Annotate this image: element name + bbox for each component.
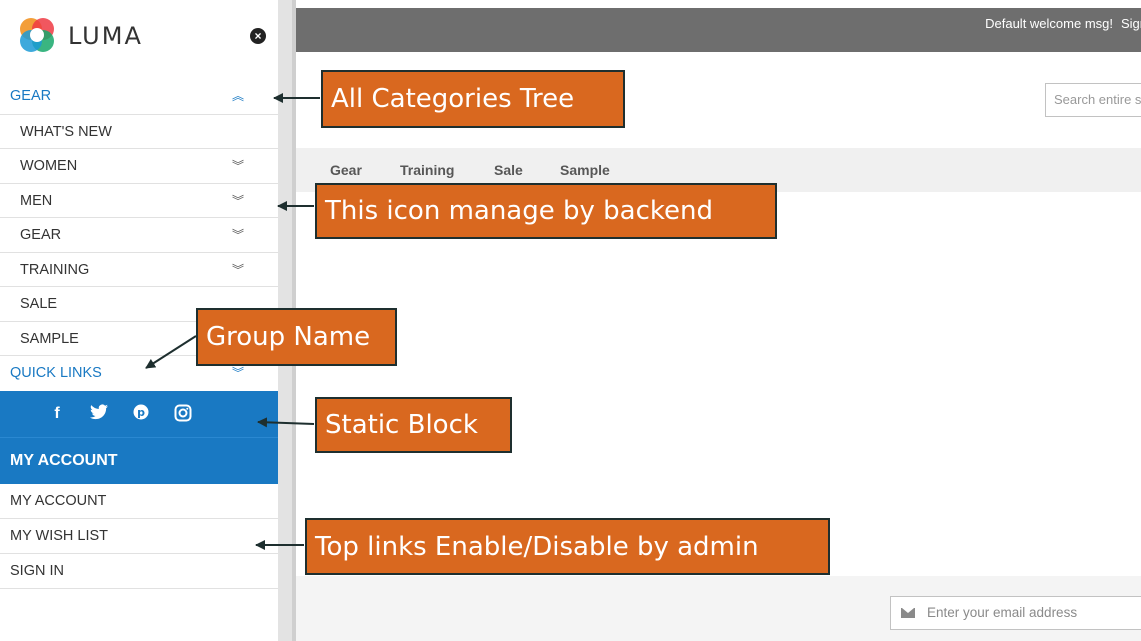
menu-item-training[interactable]: TRAINING ︾: [0, 253, 278, 288]
chevron-down-icon[interactable]: ︾: [232, 184, 244, 219]
menu-item-label: TRAINING: [20, 261, 90, 278]
chevron-down-icon[interactable]: ︾: [232, 149, 244, 184]
menu-item-label: GEAR: [20, 227, 62, 243]
category-header-gear[interactable]: GEAR ︽: [0, 79, 278, 114]
menu-item-label: WOMEN: [20, 158, 78, 174]
pinterest-icon[interactable]: p: [131, 404, 151, 424]
callout-icon-backend: This icon manage by backend: [315, 183, 777, 239]
facebook-icon[interactable]: f: [47, 404, 67, 424]
email-placeholder: Enter your email address: [927, 605, 1078, 620]
nav-item-training[interactable]: Training: [400, 162, 454, 178]
svg-text:p: p: [137, 406, 145, 419]
callout-top-links: Top links Enable/Disable by admin: [305, 518, 830, 575]
menu-item-gear[interactable]: GEAR ︾: [0, 218, 278, 253]
callout-all-categories: All Categories Tree: [321, 70, 625, 128]
quick-links-label: QUICK LINKS: [10, 365, 102, 381]
sign-in-link[interactable]: Sign: [1121, 16, 1141, 31]
mail-icon: [901, 608, 915, 618]
account-link-wish-list[interactable]: MY WISH LIST: [0, 519, 278, 554]
menu-item-label: WHAT'S NEW: [20, 123, 112, 140]
instagram-icon[interactable]: [173, 404, 193, 424]
newsletter-email-field[interactable]: Enter your email address: [890, 596, 1141, 630]
search-input[interactable]: Search entire store here...: [1045, 83, 1141, 117]
footer: Enter your email address: [296, 576, 1141, 641]
twitter-icon[interactable]: [89, 403, 109, 424]
menu-item-women[interactable]: WOMEN ︾: [0, 149, 278, 184]
chevron-down-icon[interactable]: ︾: [232, 218, 244, 253]
my-account-header: MY ACCOUNT: [0, 436, 278, 484]
header-panel: Default welcome msg! Sign: [296, 0, 1141, 52]
logo-text: LUMA: [68, 22, 143, 50]
chevron-up-icon[interactable]: ︽: [232, 79, 244, 114]
nav-item-sale[interactable]: Sale: [494, 162, 523, 178]
account-link-sign-in[interactable]: SIGN IN: [0, 554, 278, 589]
static-block-social: f p: [0, 390, 278, 437]
menu-item-label: SALE: [20, 296, 58, 312]
menu-item-men[interactable]: MEN ︾: [0, 184, 278, 219]
chevron-down-icon[interactable]: ︾: [232, 253, 244, 288]
nav-item-gear[interactable]: Gear: [330, 162, 362, 178]
nav-item-sample[interactable]: Sample: [560, 162, 610, 178]
callout-static-block: Static Block: [315, 397, 512, 453]
category-header-label: GEAR: [10, 88, 52, 104]
account-link-my-account[interactable]: MY ACCOUNT: [0, 484, 278, 519]
menu-item-label: SAMPLE: [20, 330, 79, 347]
menu-item-label: MEN: [20, 192, 53, 209]
callout-group-name: Group Name: [196, 308, 397, 366]
luma-logo-icon: [20, 18, 54, 52]
welcome-message: Default welcome msg!: [985, 16, 1113, 31]
close-icon[interactable]: ×: [250, 28, 266, 44]
menu-item-whats-new[interactable]: WHAT'S NEW: [0, 115, 278, 149]
